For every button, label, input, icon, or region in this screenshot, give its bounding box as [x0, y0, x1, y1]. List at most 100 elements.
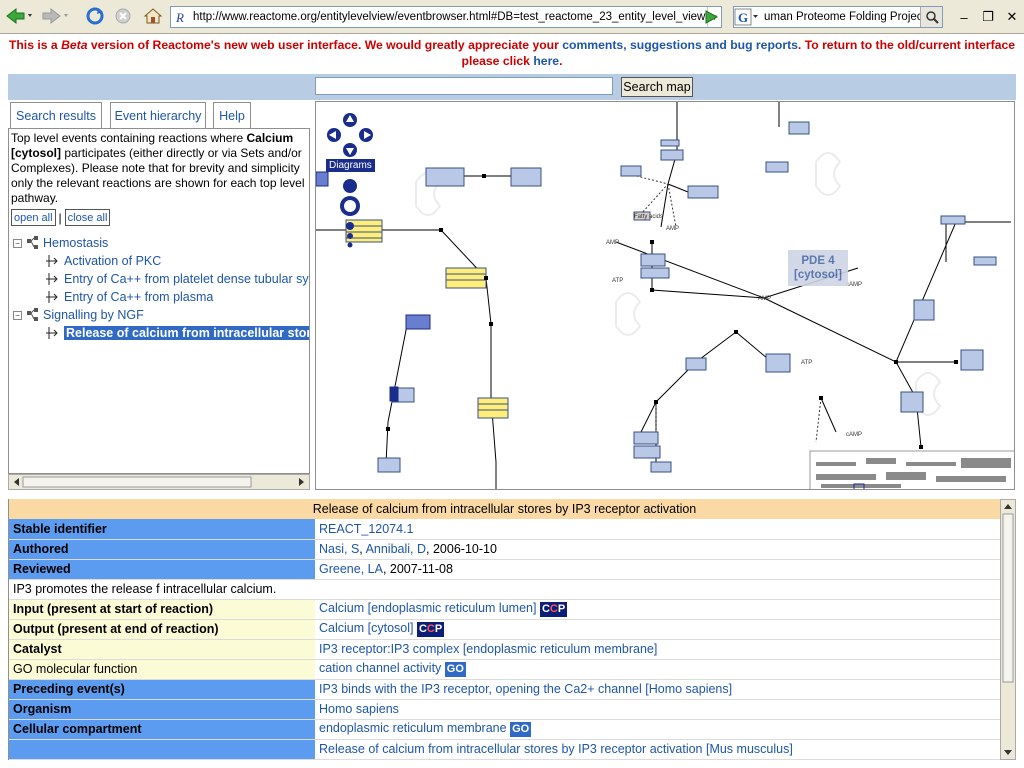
label-camp: cAMP [846, 432, 862, 438]
selected-nodes [316, 171, 431, 402]
table-row: Output (present at end of reaction) Calci… [9, 619, 1000, 640]
scroll-arrows-icon [14, 476, 304, 488]
pathway-icon [27, 308, 38, 321]
label-camp: cAMP [846, 282, 862, 288]
stable-id-link[interactable]: REACT_12074.1 [315, 519, 1000, 540]
preceding-event-link[interactable]: IP3 binds with the IP3 receptor, opening… [315, 679, 1000, 700]
google-g-icon: G [734, 8, 758, 26]
ccp-badge[interactable]: CCP [416, 621, 445, 637]
table-row: Input (present at start of reaction) Calc… [9, 599, 1000, 620]
reviewer-link[interactable]: Greene, LA [319, 562, 383, 576]
restore-button[interactable]: ❐ [976, 6, 1000, 28]
diagrams-tooltip: Diagrams [326, 159, 375, 172]
map-search-input[interactable] [315, 77, 613, 95]
entity-nodes [377, 121, 997, 473]
author-link[interactable]: Nasi, S [319, 542, 359, 556]
search-icon [925, 11, 939, 24]
go-badge[interactable]: GO [444, 661, 466, 677]
table-row: Preceding event(s) IP3 binds with the IP3… [9, 679, 1000, 700]
collapse-icon[interactable]: − [13, 238, 22, 248]
forward-arrow-icon [42, 7, 68, 25]
zoom-in-icon[interactable] [343, 179, 357, 193]
zoom-out-icon[interactable] [347, 242, 353, 248]
url-text: http://www.reactome.org/entitylevelview/… [193, 11, 706, 23]
reload-button[interactable] [84, 5, 106, 27]
here-link[interactable]: here [533, 54, 559, 68]
tree-node-hemostasis[interactable]: − Hemostasis [13, 234, 108, 252]
tree-node-entry-plasma[interactable]: Entry of Ca++ from plasma [45, 288, 213, 306]
label-fatty-acids: Fatty acids [634, 214, 663, 220]
label-amp: AMP [606, 240, 619, 246]
comments-link[interactable]: comments, suggestions and bug reports [562, 38, 798, 52]
table-row: Stable identifier REACT_12074.1 [9, 519, 1000, 540]
go-badge[interactable]: GO [510, 721, 532, 737]
compartment-link[interactable]: endoplasmic reticulum membrane [319, 721, 507, 735]
reaction-dots [386, 174, 958, 449]
svg-text:R: R [175, 10, 184, 25]
reactome-favicon-icon: R [175, 10, 184, 25]
label-atp: ATP [612, 278, 623, 284]
organism-link[interactable]: Homo sapiens [315, 699, 1000, 720]
tab-search-results[interactable]: Search results [10, 102, 102, 128]
search-engine-box[interactable]: G uman Proteome Folding Project [733, 6, 943, 28]
tree-node-activation-of-pkc[interactable]: Activation of PKC [45, 252, 161, 270]
svg-text:G: G [738, 10, 748, 25]
reaction-icon [46, 255, 58, 267]
table-row: Release of calcium from intracellular st… [9, 739, 1000, 760]
table-row: Authored Nasi, S, Annibali, D, 2006-10-10 [9, 539, 1000, 560]
tab-help[interactable]: Help [213, 102, 251, 128]
tree-node-release-calcium[interactable]: Release of calcium from intracellular st… [45, 324, 309, 342]
label-atp: ATP [801, 360, 812, 366]
minimize-button[interactable]: – [952, 6, 976, 28]
stop-button[interactable] [112, 5, 134, 27]
ccp-badge[interactable]: CCP [539, 601, 568, 617]
diagram-overview-thumbnail[interactable] [809, 450, 1015, 490]
back-button[interactable] [4, 5, 34, 27]
home-icon [143, 8, 163, 24]
search-input[interactable]: uman Proteome Folding Project [760, 11, 920, 23]
search-map-button[interactable]: Search map [621, 77, 693, 97]
output-entity-link[interactable]: Calcium [cytosol] [319, 621, 413, 635]
browser-toolbar: R http://www.reactome.org/entitylevelvie… [0, 0, 1024, 34]
zoom-level-icon[interactable] [346, 222, 354, 230]
tree-buttons: open all | close all [11, 209, 309, 226]
hierarchy-description: Top level events containing reactions wh… [11, 131, 305, 205]
details-title: Release of calcium from intracellular st… [9, 499, 1000, 519]
reload-icon [86, 7, 104, 25]
zoom-level-icon[interactable] [347, 233, 353, 239]
pathway-diagram[interactable]: AMP ATP AMP AMP cAMP ATP cAMP Fatty acid… [315, 101, 1015, 490]
label-amp: AMP [758, 296, 771, 302]
details-table: Stable identifier REACT_12074.1 Authored N… [9, 519, 1000, 760]
go-function-link[interactable]: cation channel activity [319, 661, 441, 675]
table-row: Reviewed Greene, LA, 2007-11-08 [9, 559, 1000, 580]
go-button[interactable] [700, 7, 722, 27]
stop-icon [115, 8, 131, 24]
event-tree: − Hemostasis Activation of PKC Entry of … [9, 234, 309, 354]
table-row: Cellular compartment endoplasmic reticulu… [9, 719, 1000, 740]
tab-event-hierarchy[interactable]: Event hierarchy [110, 102, 206, 128]
collapse-icon[interactable]: − [13, 310, 22, 320]
reaction-icon [46, 273, 58, 285]
author-link[interactable]: Annibali, D [366, 542, 426, 556]
home-button[interactable] [142, 5, 164, 27]
address-bar[interactable]: R http://www.reactome.org/entitylevelvie… [170, 6, 722, 28]
pathway-diagram-svg: AMP ATP AMP AMP cAMP ATP cAMP Fatty acid… [316, 102, 1015, 490]
event-details-panel: Release of calcium from intracellular st… [8, 499, 1000, 760]
left-horizontal-scrollbar[interactable] [8, 474, 310, 490]
catalyst-link[interactable]: IP3 receptor:IP3 complex [endoplasmic re… [315, 639, 1000, 660]
pathway-icon [27, 236, 38, 249]
tree-node-entry-dense-tubular[interactable]: Entry of Ca++ from platelet dense tubula… [45, 270, 309, 288]
highlighted-entity-label[interactable]: PDE 4 [cytosol] [788, 250, 848, 286]
label-amp: AMP [666, 226, 679, 232]
orthologous-event-link[interactable]: Release of calcium from intracellular st… [315, 739, 1000, 760]
close-button[interactable]: ✕ [1000, 6, 1024, 28]
details-vertical-scrollbar[interactable] [1000, 499, 1016, 760]
tree-node-signalling-ngf[interactable]: − Signalling by NGF [13, 306, 144, 324]
magnifier-button[interactable] [920, 7, 942, 27]
input-entity-link[interactable]: Calcium [endoplasmic reticulum lumen] [319, 601, 536, 615]
open-all-button[interactable]: open all [11, 209, 56, 226]
forward-button[interactable] [40, 5, 70, 27]
close-all-button[interactable]: close all [64, 209, 111, 226]
table-row: IP3 promotes the release f intracellular… [9, 579, 1000, 600]
event-hierarchy-panel: Top level events containing reactions wh… [8, 128, 310, 474]
